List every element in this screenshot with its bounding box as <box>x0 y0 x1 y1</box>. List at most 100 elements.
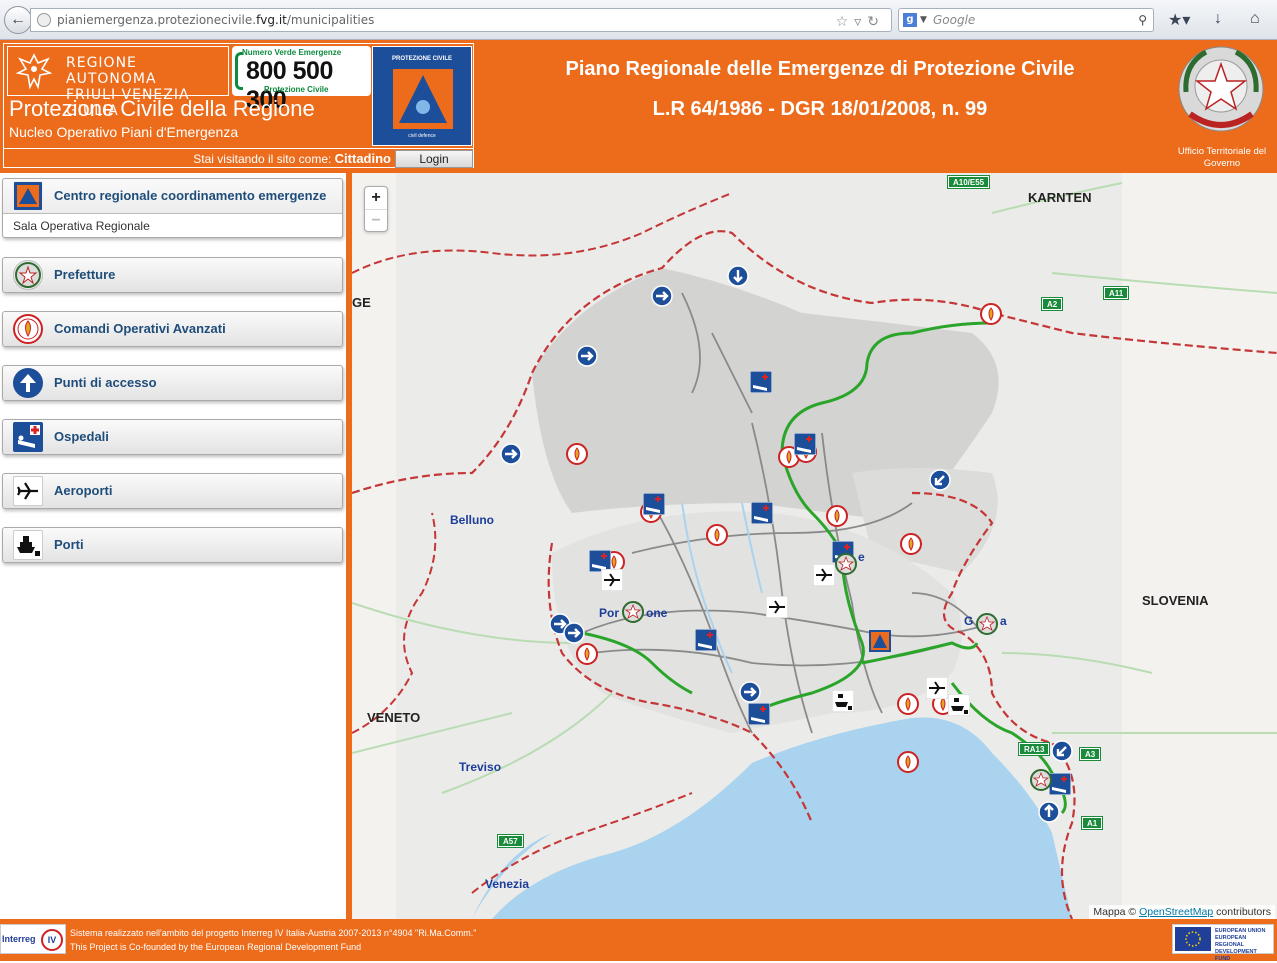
firefighter-badge-icon[interactable] <box>576 643 598 665</box>
address-bar[interactable]: pianiemergenza.protezionecivile.fvg.it/m… <box>30 8 892 32</box>
browser-toolbar: ← pianiemergenza.protezionecivile.fvg.it… <box>0 0 1277 40</box>
layer-panel-access-points[interactable]: Punti di accesso <box>2 365 343 401</box>
eu-line1: EUROPEAN UNION <box>1215 928 1266 934</box>
layer-panel-emergency-center[interactable]: Centro regionale coordinamento emergenze… <box>2 178 343 238</box>
layer-header[interactable]: Porti <box>3 528 342 562</box>
access-point-arrow-icon[interactable] <box>1051 740 1073 762</box>
visitor-role: Cittadino <box>334 151 391 166</box>
logo-panel: REGIONE AUTONOMA FRIULI VENEZIA GIULIA N… <box>3 43 474 168</box>
highway-shield: A57 <box>497 834 524 848</box>
footer-text: Sistema realizzato nell'ambito del proge… <box>70 926 476 954</box>
airplane-icon[interactable] <box>766 596 788 618</box>
google-icon: g <box>903 13 917 27</box>
highway-shield: RA13 <box>1017 742 1051 756</box>
interreg-number: IV <box>41 929 63 951</box>
firefighter-badge-icon[interactable] <box>897 751 919 773</box>
zoom-in-button[interactable]: + <box>365 187 387 209</box>
hospital-bed-icon[interactable] <box>750 371 772 393</box>
openstreetmap-link[interactable]: OpenStreetMap <box>1139 906 1213 918</box>
bookmark-star-icon[interactable]: ☆▿↻ <box>836 11 885 33</box>
map-view[interactable]: + − KARNTEN SLOVENIA VENETO GE Belluno T… <box>352 173 1277 919</box>
chevron-down-icon[interactable]: ▼ <box>920 9 927 31</box>
city-label-treviso: Treviso <box>459 760 502 774</box>
visitor-status: Stai visitando il sito come: Cittadino <box>193 151 391 166</box>
zoom-out-button[interactable]: − <box>365 209 387 231</box>
access-point-arrow-icon[interactable] <box>576 345 598 367</box>
firefighter-badge-icon[interactable] <box>897 693 919 715</box>
italian-republic-emblem <box>1178 46 1264 132</box>
access-point-arrow-icon[interactable] <box>651 285 673 307</box>
ship-icon[interactable] <box>832 690 854 712</box>
search-icon[interactable]: ⚲ <box>1138 9 1147 31</box>
layer-panel-airports[interactable]: Aeroporti <box>2 473 343 509</box>
interreg-label: Interreg <box>2 934 36 944</box>
hospital-bed-icon[interactable] <box>1049 773 1071 795</box>
country-label-karnten: KARNTEN <box>1028 190 1092 205</box>
access-point-arrow-icon[interactable] <box>500 443 522 465</box>
prefecture-emblem-icon[interactable] <box>622 601 644 623</box>
hospital-bed-icon[interactable] <box>695 629 717 651</box>
airplane-icon[interactable] <box>813 564 835 586</box>
layer-panel-hospitals[interactable]: Ospedali <box>2 419 343 455</box>
login-button[interactable]: Login <box>395 150 473 168</box>
home-icon[interactable]: ⌂ <box>1250 10 1260 28</box>
prefecture-emblem-icon[interactable] <box>976 613 998 635</box>
layer-header[interactable]: Centro regionale coordinamento emergenze <box>3 179 342 213</box>
city-label-gorizia: G <box>964 614 974 628</box>
ship-icon <box>13 530 43 560</box>
layer-sidebar: Centro regionale coordinamento emergenze… <box>0 173 346 919</box>
airplane-icon[interactable] <box>601 569 623 591</box>
site-header: REGIONE AUTONOMA FRIULI VENEZIA GIULIA N… <box>0 40 1277 173</box>
access-point-arrow-icon[interactable] <box>929 469 951 491</box>
download-icon[interactable]: ↓ <box>1214 10 1222 28</box>
ship-icon[interactable] <box>948 694 970 716</box>
city-label-pordenone: Por <box>599 606 620 620</box>
back-arrow-icon[interactable]: ← <box>4 6 32 34</box>
region-line1: REGIONE AUTONOMA <box>66 55 157 87</box>
layer-label: Comandi Operativi Avanzati <box>54 321 226 336</box>
prefecture-emblem-icon[interactable] <box>1030 769 1052 791</box>
layer-header[interactable]: Prefetture <box>3 258 342 292</box>
prefecture-emblem-icon[interactable] <box>835 553 857 575</box>
city-label-pordenone: one <box>646 606 668 620</box>
firefighter-badge-icon[interactable] <box>826 505 848 527</box>
prefecture-office-label: Ufficio Territoriale del Governo <box>1177 146 1267 169</box>
url-domain: fvg.it <box>256 13 287 27</box>
layer-header[interactable]: Punti di accesso <box>3 366 342 400</box>
access-point-arrow-icon[interactable] <box>1038 801 1060 823</box>
layer-header[interactable]: Ospedali <box>3 420 342 454</box>
hospital-bed-icon[interactable] <box>751 502 773 524</box>
layer-panel-comandi[interactable]: Comandi Operativi Avanzati <box>2 311 343 347</box>
hospital-bed-icon[interactable] <box>748 703 770 725</box>
firefighter-badge-icon[interactable] <box>706 524 728 546</box>
map-canvas[interactable] <box>352 173 1277 919</box>
map-attribution: Mappa © OpenStreetMap contributors <box>1089 905 1275 919</box>
search-input[interactable]: g ▼ Google ⚲ <box>898 8 1154 32</box>
civil-protection-logo: PROTEZIONE CIVILE civil defence <box>372 46 472 146</box>
visitor-prefix: Stai visitando il sito come: <box>193 152 332 166</box>
eu-logo: EUROPEAN UNION EUROPEAN REGIONAL DEVELOP… <box>1172 924 1274 962</box>
layer-header[interactable]: Aeroporti <box>3 474 342 508</box>
layer-panel-ports[interactable]: Porti <box>2 527 343 563</box>
civil-protection-icon <box>13 181 43 211</box>
access-point-arrow-icon[interactable] <box>563 622 585 644</box>
airplane-icon <box>13 476 43 506</box>
access-point-arrow-icon[interactable] <box>739 681 761 703</box>
layer-sub-item[interactable]: Sala Operativa Regionale <box>3 213 342 237</box>
bookmarks-menu-icon[interactable]: ★▾ <box>1168 10 1190 30</box>
country-label-slovenia: SLOVENIA <box>1142 593 1209 608</box>
region-logo[interactable]: REGIONE AUTONOMA FRIULI VENEZIA GIULIA <box>7 46 229 119</box>
layer-label: Porti <box>54 537 84 552</box>
access-point-arrow-icon[interactable] <box>727 265 749 287</box>
hotline-title: Numero Verde Emergenze <box>242 48 342 57</box>
hospital-bed-icon[interactable] <box>794 433 816 455</box>
hospital-bed-icon[interactable] <box>643 493 665 515</box>
layer-panel-prefetture[interactable]: Prefetture <box>2 257 343 293</box>
layer-header[interactable]: Comandi Operativi Avanzati <box>3 312 342 346</box>
airplane-icon[interactable] <box>926 677 948 699</box>
firefighter-badge-icon[interactable] <box>980 303 1002 325</box>
firefighter-badge-icon[interactable] <box>566 443 588 465</box>
civil-protection-icon[interactable] <box>869 630 891 652</box>
attribution-prefix: Mappa © <box>1093 906 1137 918</box>
firefighter-badge-icon[interactable] <box>900 533 922 555</box>
